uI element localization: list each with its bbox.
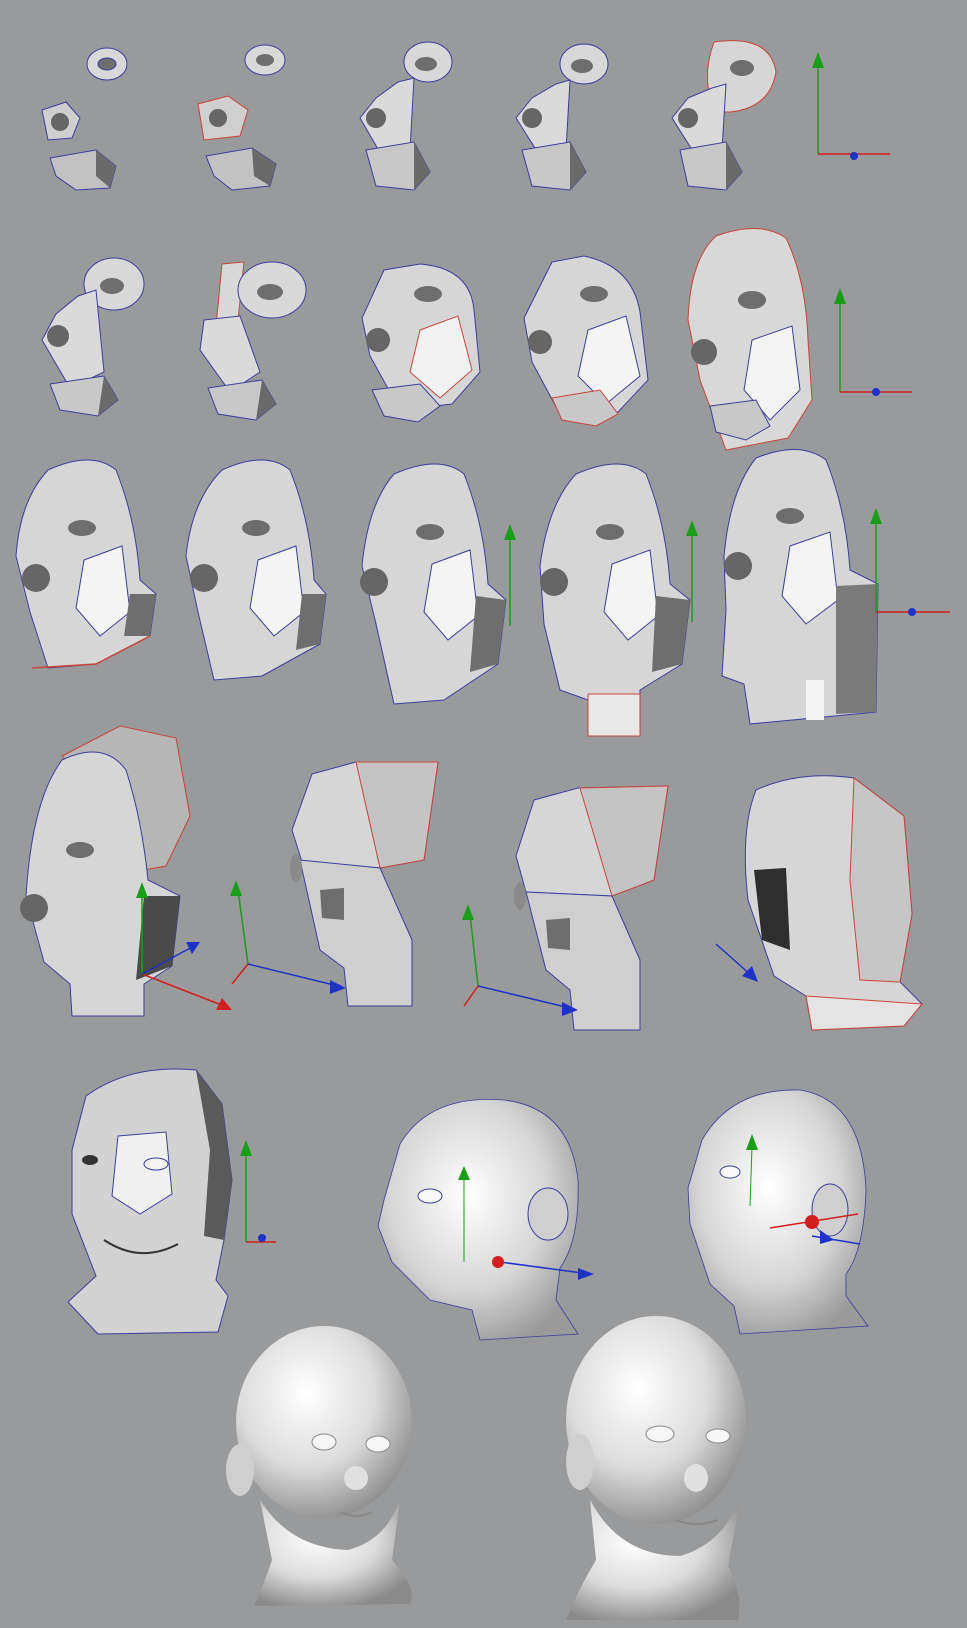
modeling-progression-sheet bbox=[0, 0, 967, 1628]
head-render-icon bbox=[566, 1316, 746, 1620]
render-adult bbox=[566, 1316, 746, 1620]
sheet-svg bbox=[0, 0, 967, 1628]
stage-20 bbox=[67, 1068, 233, 1335]
mesh-icon bbox=[67, 1068, 233, 1335]
